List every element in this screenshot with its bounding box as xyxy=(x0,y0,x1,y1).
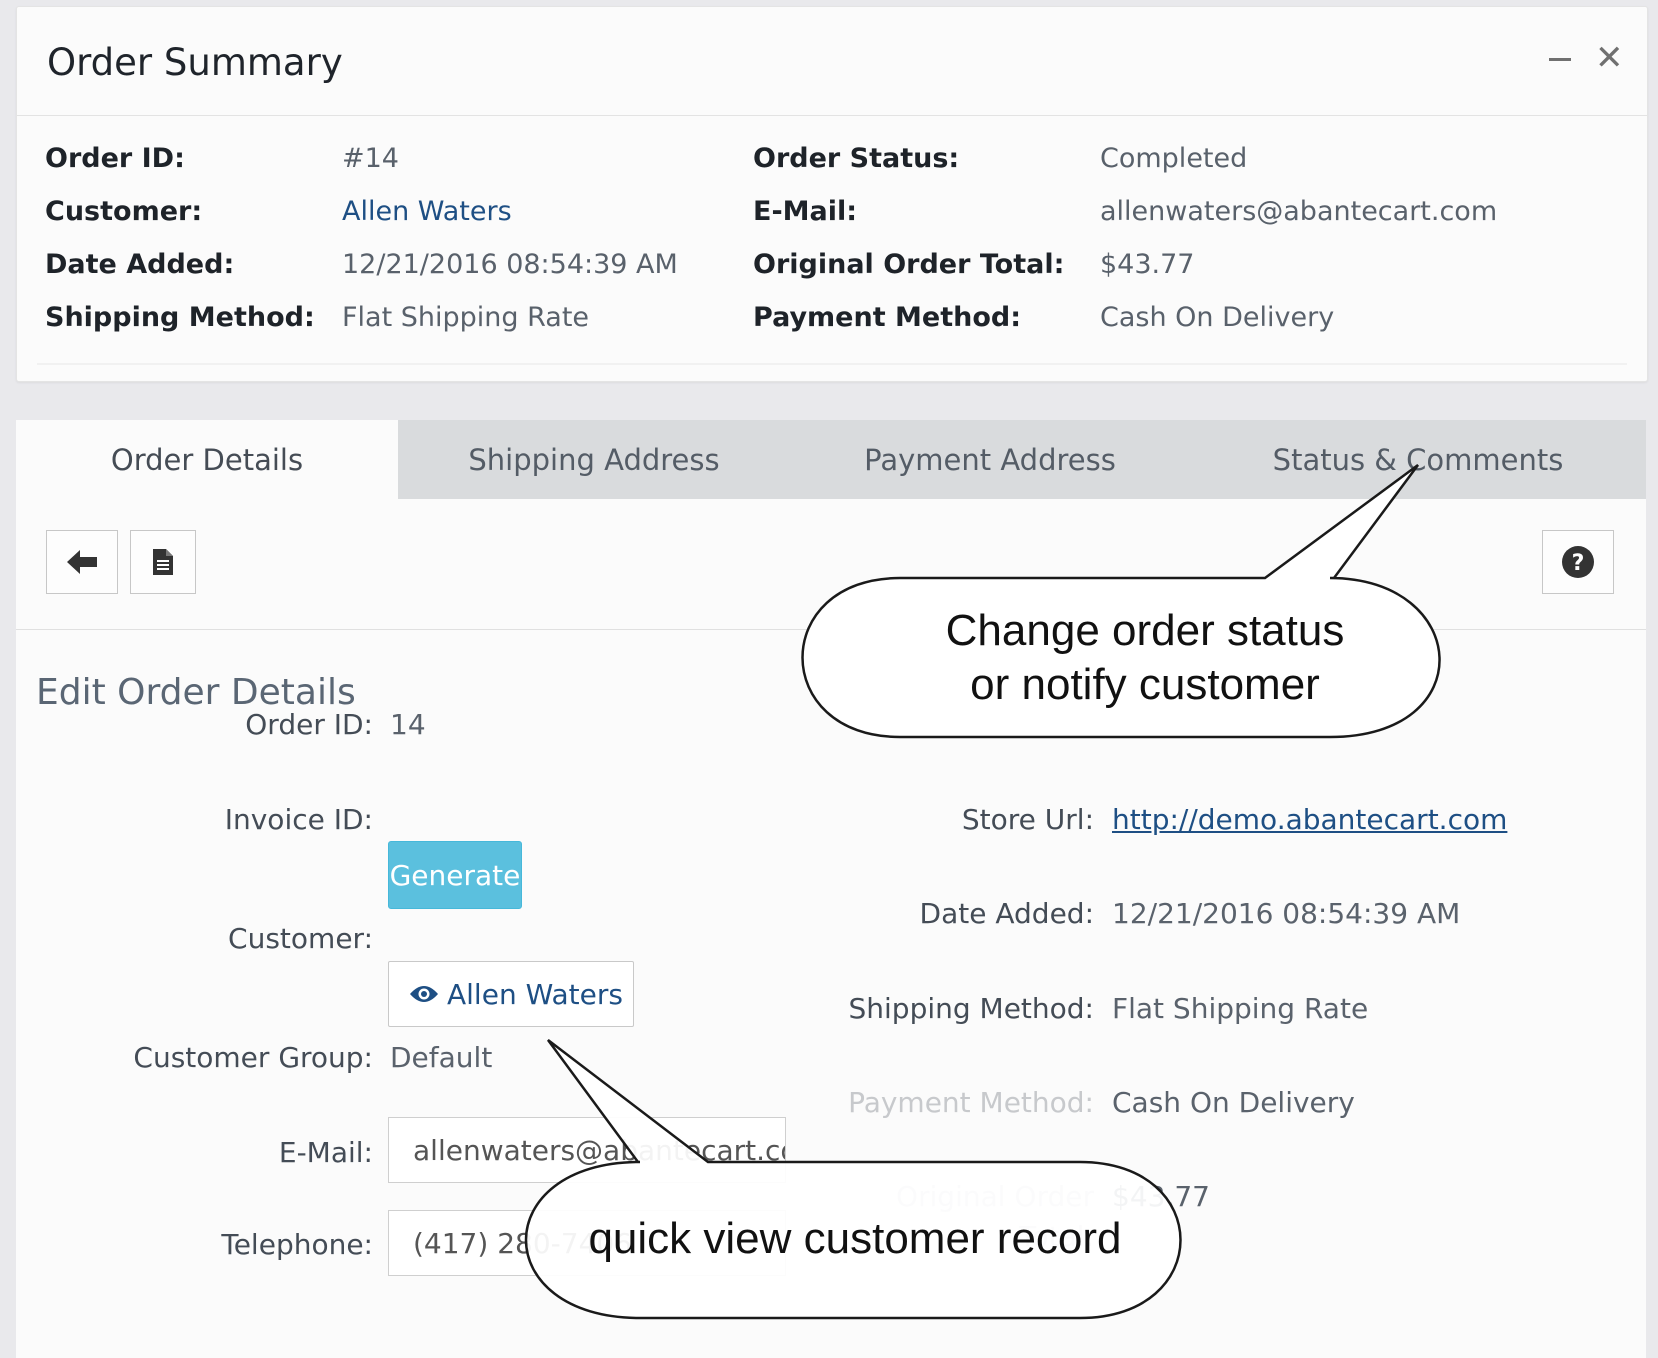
summary-total-label: Original Order Total: xyxy=(753,249,1065,280)
summary-date-label: Date Added: xyxy=(45,249,235,280)
email-input[interactable]: allenwaters@abantecart.com xyxy=(388,1117,786,1183)
order-id-value: 14 xyxy=(390,708,426,741)
store-url-label: Store Url: xyxy=(961,803,1094,836)
customer-quick-view-button[interactable]: Allen Waters xyxy=(388,961,634,1027)
summary-date-value: 12/21/2016 08:54:39 AM xyxy=(342,249,678,280)
telephone-label: Telephone: xyxy=(221,1228,373,1261)
tab-order-details[interactable]: Order Details xyxy=(16,420,398,499)
back-button[interactable] xyxy=(46,530,118,594)
original-total-label: Original Order xyxy=(895,1180,1094,1213)
tab-payment-address[interactable]: Payment Address xyxy=(790,420,1190,499)
eye-icon xyxy=(410,986,438,1002)
minimize-icon[interactable] xyxy=(1549,58,1571,61)
email-label: E-Mail: xyxy=(278,1136,373,1169)
customer-callout-text: quick view customer record xyxy=(588,1214,1122,1263)
date-added-value: 12/21/2016 08:54:39 AM xyxy=(1112,897,1461,930)
summary-payment-label: Payment Method: xyxy=(753,302,1022,333)
generate-invoice-button[interactable]: Generate xyxy=(388,841,522,909)
store-name-label: Store Name: xyxy=(919,708,1094,741)
customer-group-value: Default xyxy=(390,1041,493,1074)
payment-method-label: Payment Method: xyxy=(848,1086,1094,1119)
summary-status-value: Completed xyxy=(1100,143,1248,174)
document-icon xyxy=(153,549,173,575)
store-name-value: Demo Store Name xyxy=(1112,708,1370,741)
summary-shipping-value: Flat Shipping Rate xyxy=(342,302,590,333)
summary-body: Order ID: #14 Customer: Allen Waters Dat… xyxy=(37,119,1627,365)
summary-customer-link[interactable]: Allen Waters xyxy=(342,196,512,227)
store-url-link[interactable]: http://demo.abantecart.com xyxy=(1112,803,1507,836)
order-summary-panel: Order Summary ✕ Order ID: #14 Customer: … xyxy=(16,6,1648,382)
shipping-method-value: Flat Shipping Rate xyxy=(1112,992,1369,1025)
summary-shipping-label: Shipping Method: xyxy=(45,302,315,333)
status-callout-line1: Change order status xyxy=(945,606,1345,655)
invoice-id-label: Invoice ID: xyxy=(224,803,373,836)
close-icon[interactable]: ✕ xyxy=(1595,41,1624,75)
status-callout-text: Change order status or notify customer xyxy=(820,604,1470,712)
summary-header: Order Summary ✕ xyxy=(17,7,1647,116)
payment-method-value: Cash On Delivery xyxy=(1112,1086,1355,1119)
summary-customer-label: Customer: xyxy=(45,196,203,227)
status-callout-line2: or notify customer xyxy=(970,660,1320,709)
order-id-label: Order ID: xyxy=(245,708,373,741)
tab-bar: Order Details Shipping Address Payment A… xyxy=(16,420,1646,499)
invoice-button[interactable] xyxy=(130,530,196,594)
customer-name: Allen Waters xyxy=(447,977,623,1011)
summary-total-value: $43.77 xyxy=(1100,249,1195,280)
edit-order-details-heading: Edit Order Details xyxy=(36,672,356,713)
help-button[interactable]: ? xyxy=(1542,530,1614,594)
tab-shipping-address[interactable]: Shipping Address xyxy=(398,420,790,499)
summary-payment-value: Cash On Delivery xyxy=(1100,302,1335,333)
original-total-value: $43.77 xyxy=(1112,1180,1210,1213)
tab-status-comments[interactable]: Status & Comments xyxy=(1190,420,1646,499)
customer-label: Customer: xyxy=(228,922,373,955)
summary-email-value: allenwaters@abantecart.com xyxy=(1100,196,1498,227)
arrow-left-icon xyxy=(67,550,97,574)
summary-email-label: E-Mail: xyxy=(753,196,858,227)
question-circle-icon: ? xyxy=(1562,546,1594,578)
summary-title: Order Summary xyxy=(47,41,343,84)
shipping-method-label: Shipping Method: xyxy=(848,992,1095,1025)
summary-order-id-value: #14 xyxy=(342,143,399,174)
date-added-label: Date Added: xyxy=(919,897,1094,930)
summary-order-id-label: Order ID: xyxy=(45,143,185,174)
svg-text:?: ? xyxy=(1572,551,1585,576)
customer-group-label: Customer Group: xyxy=(133,1041,373,1074)
summary-status-label: Order Status: xyxy=(753,143,960,174)
